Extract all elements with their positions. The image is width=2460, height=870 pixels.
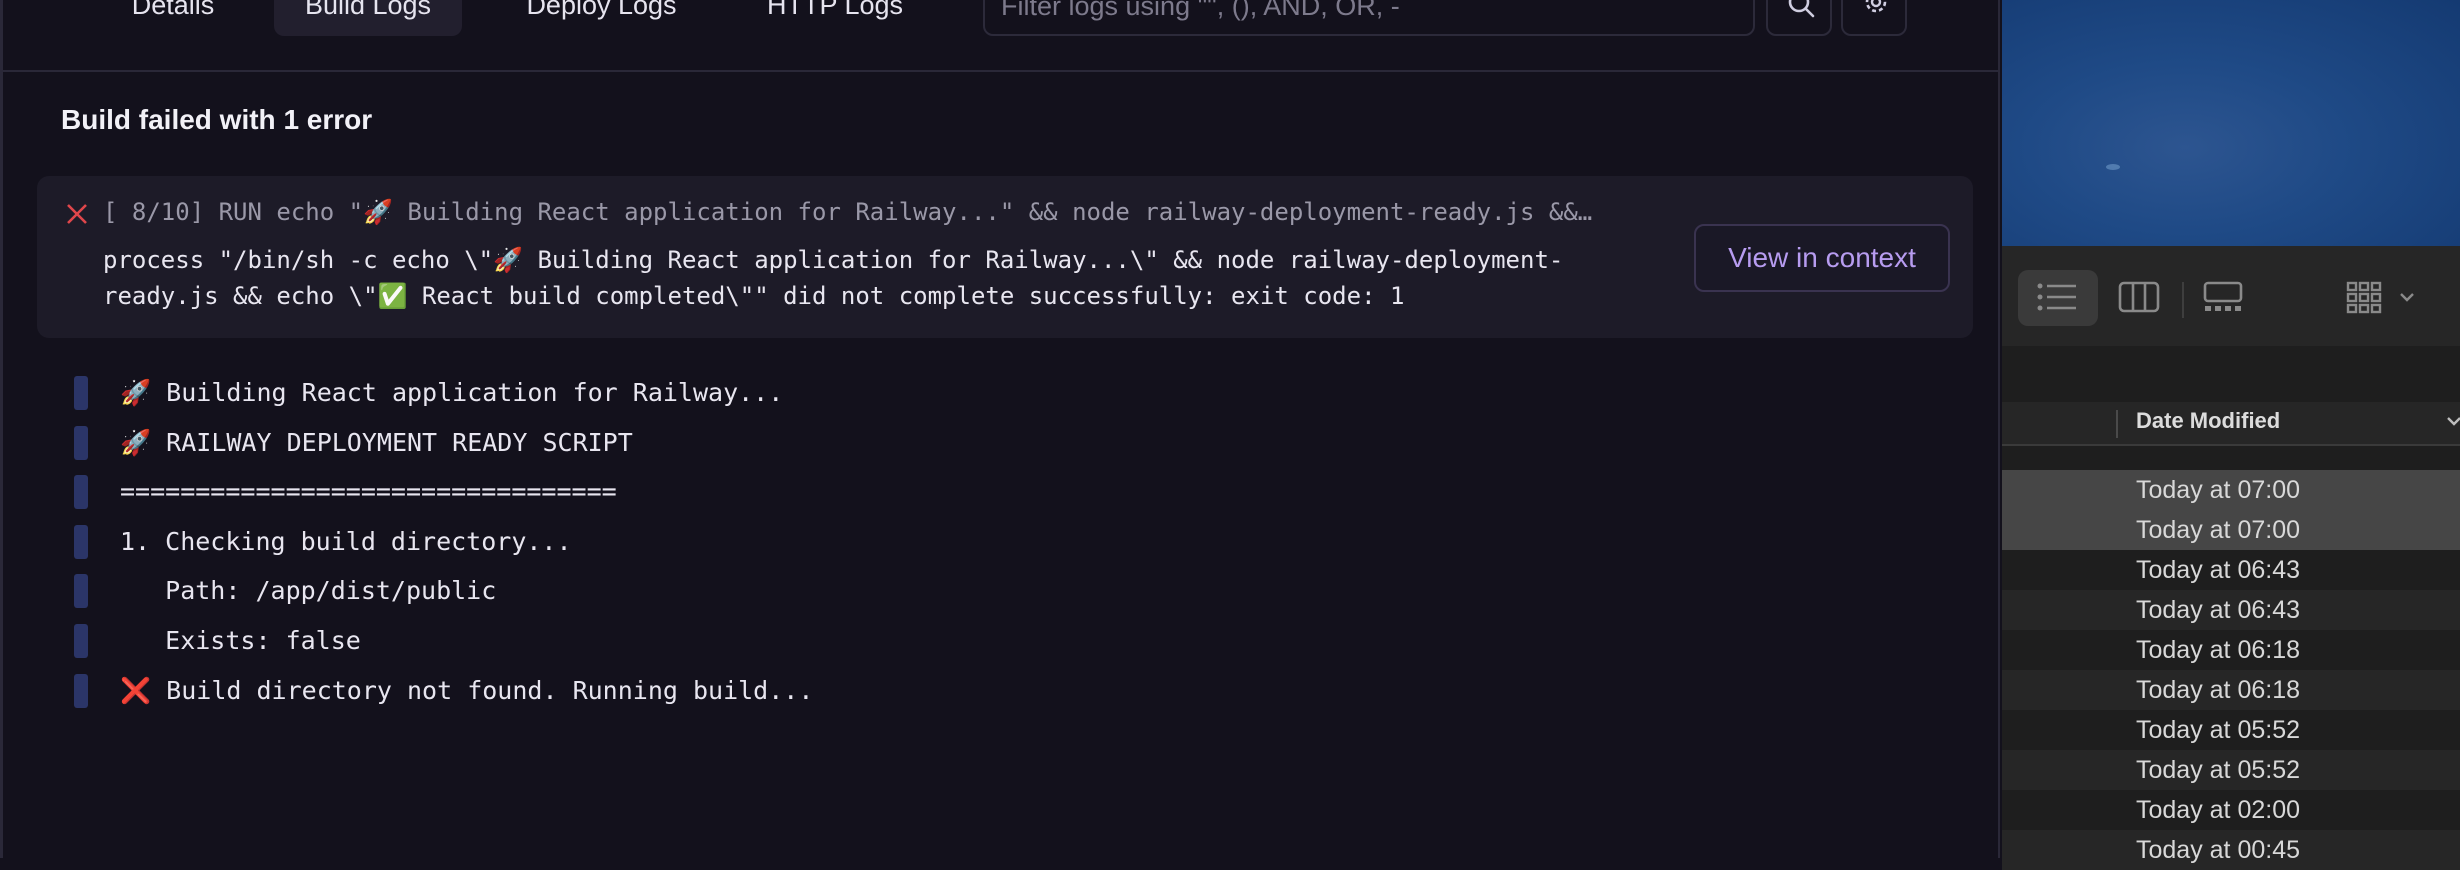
log-marker xyxy=(74,574,88,609)
chevron-down-icon xyxy=(2447,417,2460,426)
file-row[interactable]: Today at 07:00 xyxy=(2002,510,2460,550)
file-row[interactable]: Today at 07:00 xyxy=(2002,470,2460,510)
date-modified-cell: Today at 06:18 xyxy=(2136,636,2301,664)
close-x-icon xyxy=(67,204,87,224)
toolbar-divider xyxy=(2182,282,2184,318)
date-modified-cell: Today at 05:52 xyxy=(2136,756,2301,784)
search-icon xyxy=(1788,0,1815,18)
date-modified-cell: Today at 02:00 xyxy=(2136,796,2301,824)
log-marker xyxy=(74,673,88,708)
settings-button[interactable] xyxy=(1841,0,1907,36)
log-marker xyxy=(74,475,88,510)
file-row[interactable]: Today at 00:45 xyxy=(2002,830,2460,870)
log-text: 1. Checking build directory... xyxy=(120,526,572,556)
column-header-bar: Date Modified xyxy=(2002,402,2460,446)
log-marker xyxy=(74,425,88,460)
build-logs-panel: Details Build Logs Deploy Logs HTTP Logs… xyxy=(0,0,2000,858)
desktop-wallpaper xyxy=(2002,0,2460,246)
log-text: ❌ Build directory not found. Running bui… xyxy=(120,675,814,705)
file-row[interactable]: Today at 06:43 xyxy=(2002,590,2460,630)
tab-build-logs[interactable]: Build Logs xyxy=(274,0,462,36)
log-marker xyxy=(74,376,88,410)
group-by-icon[interactable] xyxy=(2345,280,2421,314)
date-modified-cell: Today at 07:00 xyxy=(2136,476,2301,504)
file-row[interactable]: Today at 06:43 xyxy=(2002,550,2460,590)
tab-http-logs[interactable]: HTTP Logs xyxy=(745,0,925,36)
date-modified-cell: Today at 06:43 xyxy=(2136,596,2301,624)
file-row[interactable]: Today at 02:00 xyxy=(2002,790,2460,830)
date-modified-cell: Today at 07:00 xyxy=(2136,516,2301,544)
date-modified-cell: Today at 06:18 xyxy=(2136,676,2301,704)
log-text: Exists: false xyxy=(120,625,361,655)
file-row[interactable]: Today at 05:52 xyxy=(2002,750,2460,790)
log-text: ================================= xyxy=(120,477,617,507)
error-detail: process "/bin/sh -c echo \"🚀 Building Re… xyxy=(103,246,1564,310)
log-filter-input[interactable] xyxy=(999,0,1743,32)
build-status-title: Build failed with 1 error xyxy=(61,104,373,135)
date-modified-cell: Today at 00:45 xyxy=(2136,836,2301,864)
log-text: Path: /app/dist/public xyxy=(120,576,497,606)
log-text: 🚀 RAILWAY DEPLOYMENT READY SCRIPT xyxy=(120,427,633,457)
tab-deploy-logs[interactable]: Deploy Logs xyxy=(500,0,703,36)
log-text: 🚀 Building React application for Railway… xyxy=(120,378,784,407)
column-header-date-modified[interactable]: Date Modified xyxy=(2136,408,2280,434)
build-error-card: [ 8/10] RUN echo "🚀 Building React appli… xyxy=(37,176,1973,338)
file-row[interactable]: Today at 06:18 xyxy=(2002,670,2460,710)
log-filter[interactable] xyxy=(983,0,1755,36)
view-in-context-button[interactable]: View in context xyxy=(1694,224,1950,292)
wallpaper-detail xyxy=(2106,164,2120,170)
finder-path-bar xyxy=(2002,346,2460,402)
gear-icon xyxy=(1865,0,1887,13)
date-modified-cell: Today at 06:43 xyxy=(2136,556,2301,584)
tab-bar: Details Build Logs Deploy Logs HTTP Logs xyxy=(3,0,1998,72)
file-row[interactable]: Today at 06:18 xyxy=(2002,630,2460,670)
log-marker xyxy=(74,524,88,559)
search-button[interactable] xyxy=(1766,0,1832,36)
gallery-view-icon[interactable] xyxy=(2202,280,2246,314)
date-modified-cell: Today at 05:52 xyxy=(2136,716,2301,744)
log-marker xyxy=(74,623,88,658)
error-step-summary: [ 8/10] RUN echo "🚀 Building React appli… xyxy=(103,198,1593,226)
column-divider[interactable] xyxy=(2116,410,2118,438)
finder-toolbar xyxy=(2002,246,2460,347)
list-view-icon[interactable] xyxy=(2036,280,2080,314)
file-row[interactable]: Today at 05:52 xyxy=(2002,710,2460,750)
tab-details[interactable]: Details xyxy=(95,0,251,36)
finder-window: Date Modified Today at 07:00 Today at 07… xyxy=(2002,246,2460,870)
column-view-icon[interactable] xyxy=(2118,280,2162,314)
